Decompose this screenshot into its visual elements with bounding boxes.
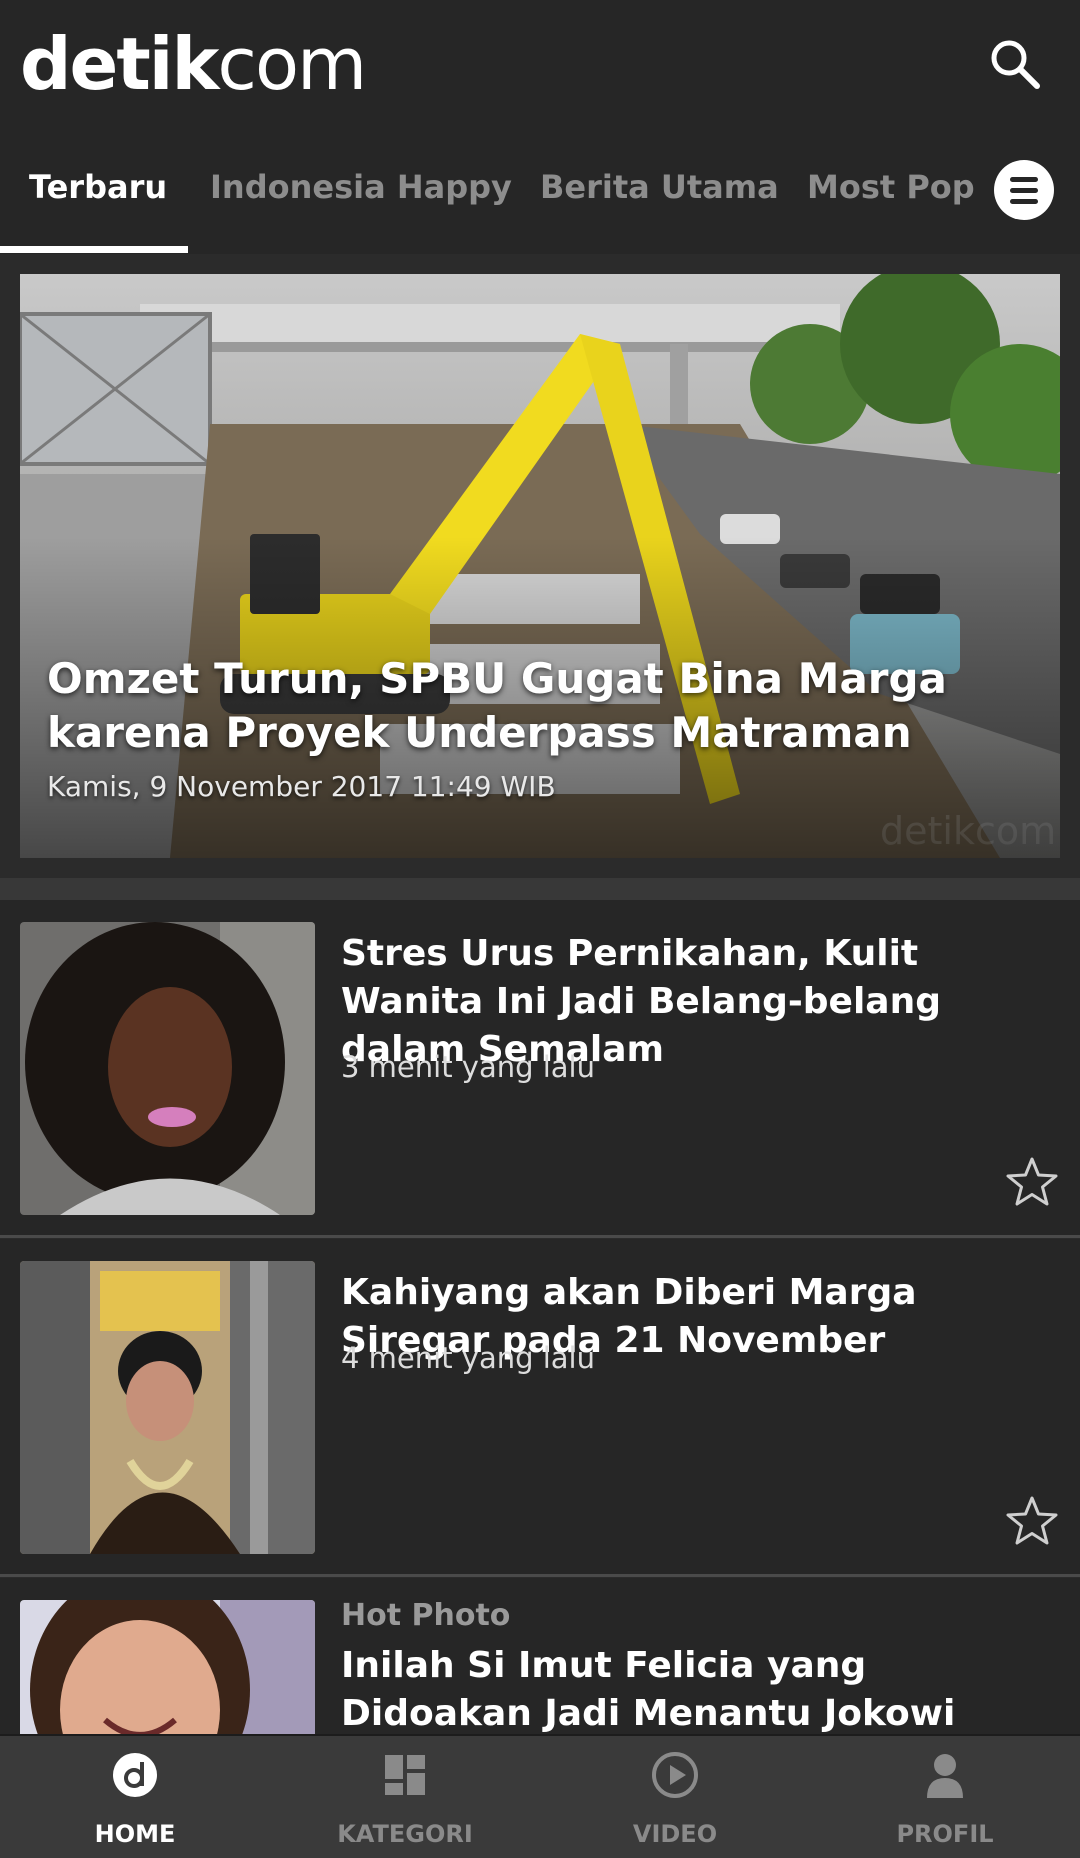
girl-selfie-photo [20, 1600, 315, 1734]
list-item[interactable]: Kahiyang akan Diberi Marga Siregar pada … [0, 1239, 1080, 1577]
woman-portrait-photo [20, 922, 315, 1215]
nav-kategori[interactable]: KATEGORI [270, 1736, 540, 1858]
star-icon [1006, 1496, 1058, 1545]
article-title[interactable]: Inilah Si Imut Felicia yang Didoakan Jad… [341, 1642, 1061, 1734]
headline-date: Kamis, 9 November 2017 11:49 WIB [47, 770, 556, 803]
list-item[interactable]: Stres Urus Pernikahan, Kulit Wanita Ini … [0, 900, 1080, 1238]
app-header: detikcom Terbaru Indonesia Happy Berita … [0, 0, 1080, 253]
bookmark-button[interactable] [1005, 1495, 1059, 1547]
article-thumbnail [20, 922, 315, 1215]
logo-bold-text: detik [20, 22, 219, 106]
section-divider [0, 878, 1080, 900]
tab-terbaru[interactable]: Terbaru [29, 168, 167, 206]
headline-title[interactable]: Omzet Turun, SPBU Gugat Bina Marga karen… [47, 652, 1027, 760]
star-icon [1006, 1157, 1058, 1206]
article-category: Hot Photo [341, 1598, 511, 1633]
nav-video-label: VIDEO [632, 1820, 718, 1848]
home-icon [113, 1753, 157, 1797]
person-icon [927, 1754, 963, 1798]
menu-button[interactable] [994, 160, 1054, 220]
tab-berita-utama[interactable]: Berita Utama [540, 168, 779, 206]
grid-icon [385, 1755, 425, 1795]
nav-video[interactable]: VIDEO [540, 1736, 810, 1858]
nav-profil[interactable]: PROFIL [810, 1736, 1080, 1858]
nav-home[interactable]: HOME [0, 1736, 270, 1858]
play-icon [652, 1752, 698, 1798]
category-tabs: Terbaru Indonesia Happy Berita Utama Mos… [0, 150, 1080, 254]
article-thumbnail [20, 1261, 315, 1554]
search-icon [991, 40, 1040, 89]
tab-most-pop[interactable]: Most Pop [807, 168, 975, 206]
article-time: 3 menit yang lalu [341, 1050, 595, 1084]
bottom-navigation: HOME KATEGORI VIDEO PROFIL [0, 1734, 1080, 1858]
news-feed[interactable]: detikcom Omzet Turun, SPBU Gugat Bina Ma… [0, 254, 1080, 1734]
article-thumbnail [20, 1600, 315, 1734]
detik-logo[interactable]: detikcom [20, 28, 367, 100]
bride-traditional-photo [20, 1261, 315, 1554]
active-tab-indicator [0, 246, 188, 253]
nav-kategori-label: KATEGORI [337, 1820, 473, 1848]
search-button[interactable] [985, 34, 1045, 94]
article-time: 4 menit yang lalu [341, 1341, 595, 1375]
bookmark-button[interactable] [1005, 1156, 1059, 1208]
nav-profil-label: PROFIL [896, 1820, 994, 1848]
nav-home-label: HOME [94, 1820, 176, 1848]
logo-light-text: com [217, 22, 367, 106]
headline-card[interactable]: detikcom Omzet Turun, SPBU Gugat Bina Ma… [20, 274, 1060, 858]
tab-indonesia-happy[interactable]: Indonesia Happy [210, 168, 512, 206]
list-item[interactable]: Hot Photo Inilah Si Imut Felicia yang Di… [0, 1578, 1080, 1734]
